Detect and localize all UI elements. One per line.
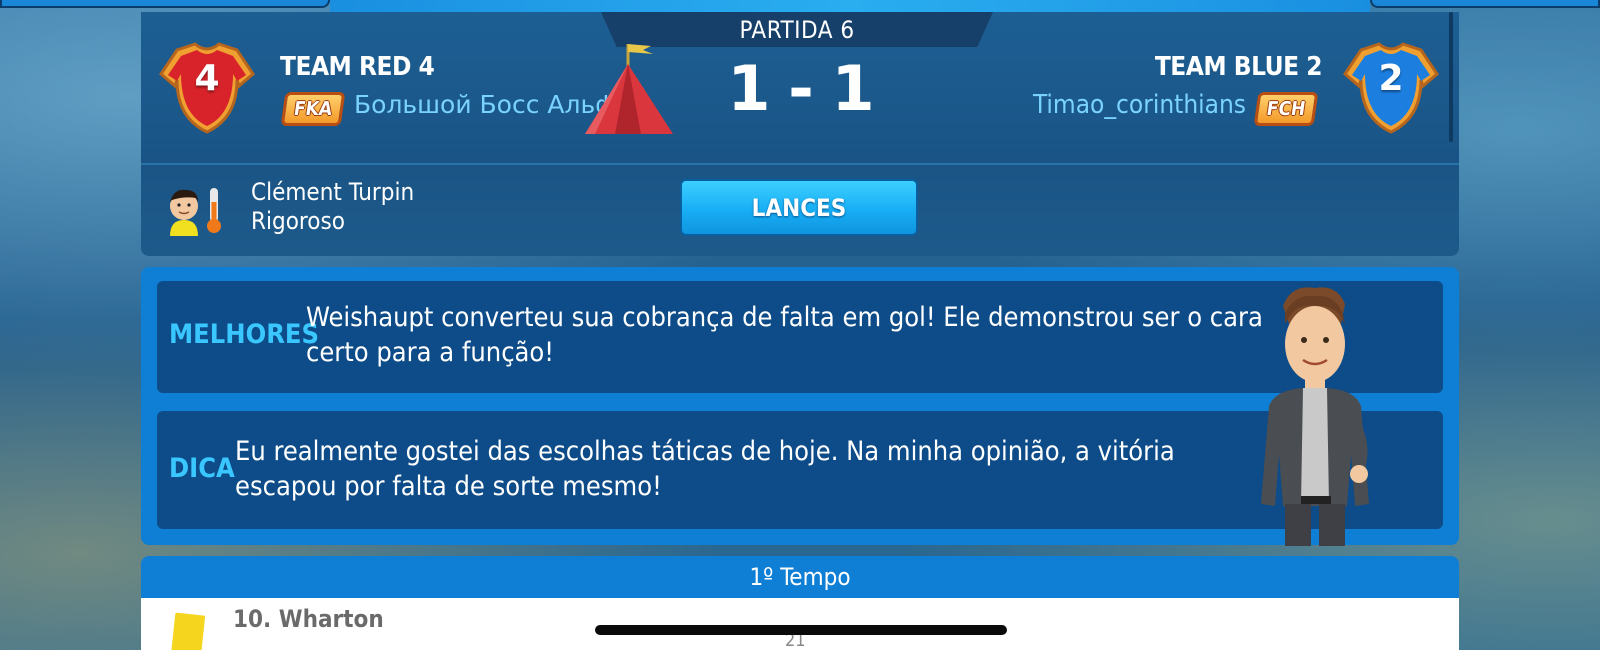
match-header: PARTIDA 6 4 TEAM RED 4 FKA Большой Босс … [141, 12, 1459, 256]
away-shirt-number: 2 [1378, 58, 1404, 99]
tip-text: Eu realmente gostei das escolhas táticas… [235, 436, 1175, 502]
event-player-name: 10. Wharton [233, 605, 384, 633]
home-indicator[interactable] [595, 625, 1007, 635]
coach-character-icon [1255, 284, 1385, 546]
referee-avatar-icon [166, 184, 226, 236]
referee-info: Clément Turpin Rigoroso [251, 178, 414, 236]
best-player-tip: MELHORES Weishaupt converteu sua cobranç… [157, 281, 1443, 393]
period-header: 1º Tempo [141, 556, 1459, 598]
away-club-badge: FCH [1253, 92, 1319, 126]
tip-label: DICA [169, 453, 235, 484]
divider [141, 163, 1459, 165]
best-label: MELHORES [169, 319, 320, 350]
away-shirt-icon: 2 [1341, 40, 1441, 136]
away-manager-name[interactable]: Timao_corinthians [1033, 90, 1246, 120]
referee-name: Clément Turpin [251, 178, 415, 206]
away-team-name[interactable]: TEAM BLUE 2 [1155, 52, 1323, 82]
top-bar [330, 0, 1370, 12]
best-text: Weishaupt converteu sua cobrança de falt… [306, 302, 1263, 368]
advice-tip: DICA Eu realmente gostei das escolhas tá… [157, 411, 1443, 529]
yellow-card-icon [170, 612, 206, 650]
top-right-tab [1370, 0, 1600, 8]
lances-button[interactable]: LANCES [680, 179, 918, 236]
referee-style: Rigoroso [251, 207, 345, 235]
top-left-tab [0, 0, 330, 8]
